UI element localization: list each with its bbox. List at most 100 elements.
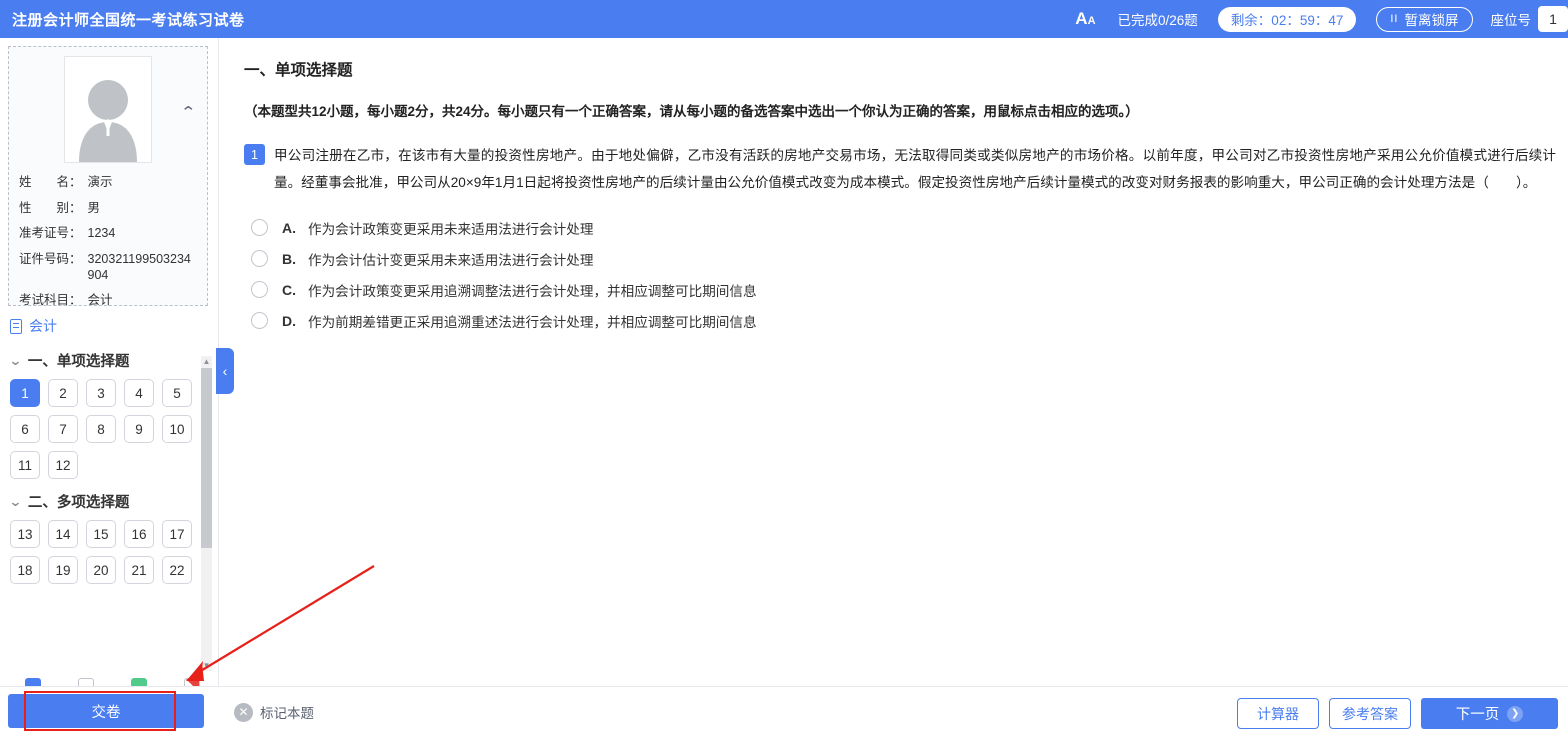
info-value: 演示 — [87, 175, 113, 189]
radio-icon[interactable] — [251, 312, 268, 330]
question-button[interactable]: 2 — [48, 379, 78, 407]
question-stem: 甲公司注册在乙市，在该市有大量的投资性房地产。由于地处偏僻，乙市没有活跃的房地产… — [274, 148, 1556, 191]
question-grid-1: 1 2 3 4 5 6 7 8 9 10 11 12 — [10, 379, 206, 479]
next-page-button[interactable]: 下一页 ❯ — [1421, 698, 1558, 729]
question-button[interactable]: 15 — [86, 520, 116, 548]
nav-section-title: 一、单项选择题 — [27, 354, 130, 370]
close-circle-icon: ✕ — [234, 702, 253, 722]
radio-icon[interactable] — [251, 281, 268, 299]
flag-question-label: 标记本题 — [260, 706, 314, 721]
nav-section-header-1[interactable]: ⌄ 一、单项选择题 — [8, 350, 206, 371]
seat-number: 座位号 1 — [1491, 6, 1568, 32]
seat-number-value: 1 — [1538, 6, 1568, 32]
question-button[interactable]: 3 — [86, 379, 116, 407]
question-nav: ⌄ 一、单项选择题 1 2 3 4 5 6 7 8 9 10 11 12 ⌄ 二… — [0, 350, 206, 584]
info-value: 1234 — [87, 226, 116, 241]
option-b[interactable]: B. 作为会计估计变更采用未来适用法进行会计处理 — [244, 243, 1556, 274]
question-nav-scroll: ⌄ 一、单项选择题 1 2 3 4 5 6 7 8 9 10 11 12 ⌄ 二… — [0, 338, 218, 673]
info-value: 男 — [87, 200, 101, 215]
flag-question-button[interactable]: ✕ 标记本题 — [234, 702, 314, 722]
option-d[interactable]: D. 作为前期差错更正采用追溯重述法进行会计处理，并相应调整可比期间信息 — [244, 305, 1556, 336]
progress-status: 已完成0/26题 — [1117, 13, 1198, 28]
question-panel: 一、单项选择题 （本题型共12小题，每小题2分，共24分。每小题只有一个正确答案… — [219, 38, 1568, 686]
list-item: 证件号码： 320321199503234904 — [19, 252, 207, 283]
font-size-icon[interactable]: AA — [1075, 9, 1095, 29]
question-button[interactable]: 13 — [10, 520, 40, 548]
list-item: 考试科目： 会计 — [19, 293, 207, 309]
question-button[interactable]: 6 — [10, 415, 40, 443]
question-button[interactable]: 10 — [162, 415, 192, 443]
list-item: 姓 名： 演示 — [19, 175, 207, 191]
countdown-timer: 剩余：02：59：47 — [1217, 6, 1357, 32]
info-value: 会计 — [87, 293, 113, 308]
question-button[interactable]: 17 — [162, 520, 192, 548]
avatar-row: ⌃ — [9, 47, 207, 163]
question-button[interactable]: 1 — [10, 379, 40, 407]
list-item: 性 别： 男 — [19, 201, 207, 217]
question-grid-2: 13 14 15 16 17 18 19 20 21 22 — [10, 520, 206, 584]
info-key: 性 别： — [19, 200, 82, 215]
next-page-label: 下一页 — [1455, 707, 1500, 723]
radio-icon[interactable] — [251, 250, 268, 268]
info-key: 证件号码： — [19, 251, 82, 266]
question-button[interactable]: 19 — [48, 556, 78, 584]
option-letter: A. — [282, 219, 296, 236]
question-button[interactable]: 5 — [162, 379, 192, 407]
chevron-down-icon: ⌄ — [8, 493, 23, 509]
question-button[interactable]: 4 — [124, 379, 154, 407]
nav-section-header-2[interactable]: ⌄ 二、多项选择题 — [8, 491, 206, 512]
question-button[interactable]: 12 — [48, 451, 78, 479]
question-button[interactable]: 16 — [124, 520, 154, 548]
calculator-button[interactable]: 计算器 — [1237, 698, 1319, 729]
chevron-down-icon: ⌄ — [8, 352, 23, 368]
font-size-icon-small: A — [1087, 15, 1096, 27]
question-button[interactable]: 11 — [10, 451, 40, 479]
list-item: 准考证号： 1234 — [19, 226, 207, 242]
option-text: 作为会计估计变更采用未来适用法进行会计处理 — [308, 252, 594, 268]
option-text: 作为前期差错更正采用追溯重述法进行会计处理，并相应调整可比期间信息 — [308, 314, 757, 330]
sidebar-collapse-handle[interactable]: ‹ — [216, 348, 234, 394]
option-list: A. 作为会计政策变更采用未来适用法进行会计处理 B. 作为会计估计变更采用未来… — [244, 212, 1556, 336]
question-button[interactable]: 22 — [162, 556, 192, 584]
answer-key-button[interactable]: 参考答案 — [1329, 698, 1411, 729]
font-size-icon-large: A — [1075, 9, 1088, 28]
pause-icon: II — [1390, 13, 1399, 25]
section-description: （本题型共12小题，每小题2分，共24分。每小题只有一个正确答案，请从每小题的备… — [244, 104, 1139, 119]
option-a[interactable]: A. 作为会计政策变更采用未来适用法进行会计处理 — [244, 212, 1556, 243]
question-button[interactable]: 14 — [48, 520, 78, 548]
question-button[interactable]: 7 — [48, 415, 78, 443]
question-button[interactable]: 8 — [86, 415, 116, 443]
question-button[interactable]: 20 — [86, 556, 116, 584]
document-icon — [10, 318, 22, 334]
option-text: 作为会计政策变更采用追溯调整法进行会计处理，并相应调整可比期间信息 — [308, 283, 757, 299]
avatar — [64, 56, 152, 163]
option-letter: D. — [282, 312, 296, 329]
footer-actions: 计算器 参考答案 下一页 ❯ — [1237, 698, 1558, 729]
chevron-left-icon: ‹ — [222, 363, 228, 379]
chevron-up-icon[interactable]: ⌃ — [181, 105, 197, 120]
nav-scrollbar-thumb[interactable] — [201, 368, 212, 548]
option-c[interactable]: C. 作为会计政策变更采用追溯调整法进行会计处理，并相应调整可比期间信息 — [244, 274, 1556, 305]
submit-button[interactable]: 交卷 — [8, 694, 204, 728]
left-panel: ⌃ 姓 名： 演示 性 别： 男 准考证号： 1234 证件号码： 320321… — [0, 38, 218, 735]
question-button[interactable]: 18 — [10, 556, 40, 584]
question-button[interactable]: 9 — [124, 415, 154, 443]
header-actions: AA 已完成0/26题 剩余：02：59：47 II 暂离锁屏 座位号 1 — [1075, 0, 1568, 38]
radio-icon[interactable] — [251, 219, 268, 237]
page-title: 注册会计师全国统一考试练习试卷 — [12, 11, 245, 29]
sidebar-subject: 会计 — [10, 316, 57, 336]
section-title: 一、单项选择题 — [244, 62, 353, 79]
sidebar-subject-label: 会计 — [29, 318, 57, 334]
user-avatar-placeholder — [79, 80, 137, 162]
question-number-badge: 1 — [244, 144, 265, 166]
student-info-list: 姓 名： 演示 性 别： 男 准考证号： 1234 证件号码： 32032119… — [9, 163, 207, 309]
triangle-down-icon[interactable]: ▼ — [201, 660, 212, 671]
info-key: 姓 名： — [19, 175, 82, 189]
exam-app: 注册会计师全国统一考试练习试卷 AA 已完成0/26题 剩余：02：59：47 … — [0, 0, 1568, 735]
question-button[interactable]: 21 — [124, 556, 154, 584]
lock-screen-button[interactable]: II 暂离锁屏 — [1376, 6, 1473, 32]
info-key: 准考证号： — [19, 226, 82, 241]
triangle-up-icon[interactable]: ▲ — [201, 356, 212, 367]
option-text: 作为会计政策变更采用未来适用法进行会计处理 — [308, 221, 594, 237]
student-info-card: ⌃ 姓 名： 演示 性 别： 男 准考证号： 1234 证件号码： 320321… — [8, 46, 208, 309]
